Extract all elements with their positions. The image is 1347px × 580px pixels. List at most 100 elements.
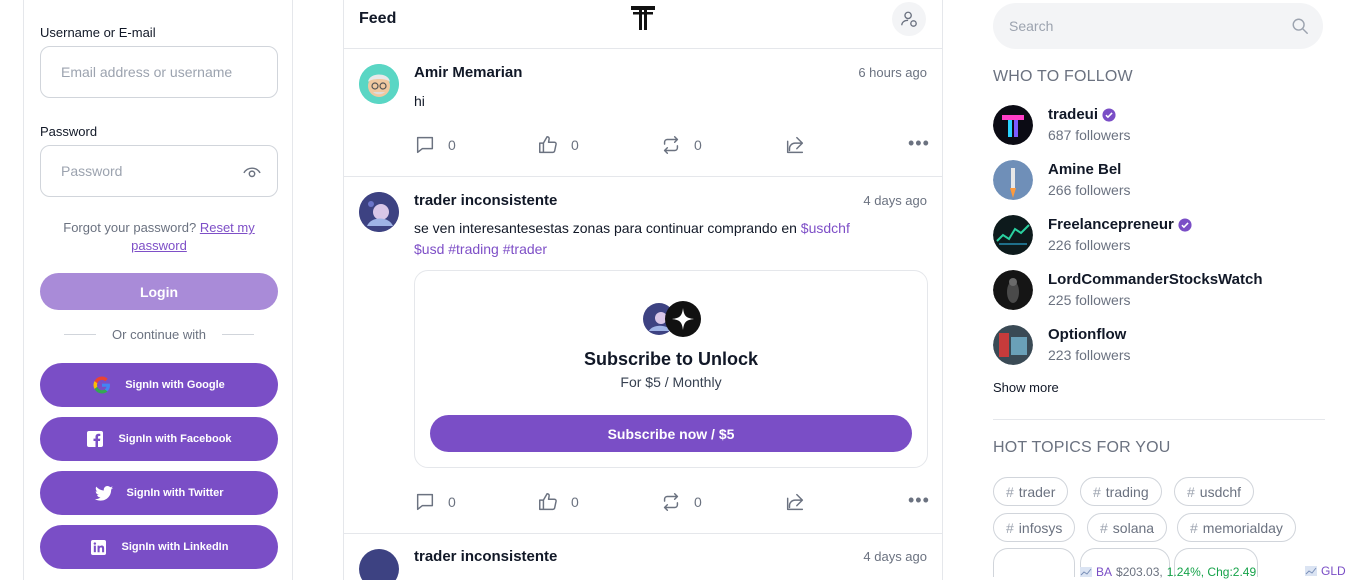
share-button[interactable] [784, 134, 806, 156]
feed-header: Feed [344, 0, 942, 49]
topic-chip[interactable]: # usdchf [1174, 477, 1255, 506]
hashtag-icon: # [1100, 519, 1108, 536]
more-options-icon[interactable]: ••• [908, 134, 929, 153]
subscription-price: For $5 / Monthly [620, 374, 722, 390]
topic-label: memorialday [1202, 519, 1283, 536]
hot-topics-title: HOT TOPICS FOR YOU [993, 439, 1171, 456]
google-icon [93, 376, 111, 394]
follow-name-text: Optionflow [1048, 326, 1127, 343]
avatar[interactable] [359, 64, 399, 104]
post-time: 4 days ago [863, 549, 927, 564]
stock-ticker[interactable]: BA $203.03, 1.24%, Chg:2.49 [1080, 564, 1256, 580]
hashtag-icon: # [1190, 519, 1198, 536]
follower-count: 266 followers [1048, 182, 1131, 198]
feed-title: Feed [359, 10, 397, 27]
post-author[interactable]: trader inconsistente [414, 548, 557, 565]
topic-chip[interactable]: # solana [1087, 513, 1168, 542]
password-input[interactable]: Password [40, 145, 278, 197]
post-actions: 0 0 0 ••• [414, 491, 929, 515]
post-author[interactable]: Amir Memarian [414, 64, 522, 81]
follow-suggestion[interactable]: Optionflow 223 followers [993, 325, 1323, 365]
follow-suggestion[interactable]: tradeui 687 followers [993, 105, 1323, 145]
follow-suggestion[interactable]: LordCommanderStocksWatch 225 followers [993, 270, 1323, 310]
follow-name-text: LordCommanderStocksWatch [1048, 271, 1263, 288]
topic-label: solana [1112, 519, 1155, 536]
repost-button[interactable]: 0 [660, 491, 702, 513]
comment-icon [416, 493, 434, 511]
comment-button[interactable]: 0 [414, 491, 456, 513]
ticker-symbol: GLD [1321, 564, 1346, 578]
login-button[interactable]: Login [40, 273, 278, 310]
post-tag[interactable]: $usd [414, 241, 444, 257]
stock-ticker-2[interactable]: GLD [1305, 564, 1346, 578]
topic-chip[interactable]: # trader [993, 477, 1069, 506]
divider [993, 419, 1325, 420]
hashtag-icon: # [1006, 483, 1014, 500]
avatar[interactable] [359, 549, 399, 580]
post-card: trader inconsistente 4 days ago se ven i… [344, 177, 942, 534]
topic-chip[interactable]: # infosys [993, 513, 1076, 542]
topic-chip[interactable]: # memorialday [1177, 513, 1296, 542]
signin-twitter-button[interactable]: SignIn with Twitter [40, 471, 278, 515]
follow-name: tradeui [1048, 106, 1116, 123]
divider-line [64, 334, 96, 335]
ticker-change: 1.24%, Chg:2.49 [1166, 565, 1257, 579]
post-tag[interactable]: #trader [503, 241, 547, 257]
post-tag[interactable]: #trading [448, 241, 499, 257]
like-button[interactable]: 0 [537, 491, 579, 513]
post-actions: 0 0 0 ••• [414, 134, 929, 158]
more-options-icon[interactable]: ••• [908, 491, 929, 510]
topic-label: infosys [1018, 519, 1063, 536]
repost-icon [663, 493, 679, 511]
eye-icon[interactable] [243, 164, 261, 180]
topic-chip[interactable]: # trading [1080, 477, 1162, 506]
signin-linkedin-label: SignIn with LinkedIn [121, 541, 229, 553]
post-tag[interactable]: $usdchf [801, 220, 850, 236]
username-input[interactable]: Email address or username [40, 46, 278, 98]
search-icon[interactable] [1291, 17, 1309, 35]
follow-name: Amine Bel [1048, 161, 1121, 178]
show-more-link[interactable]: Show more [993, 380, 1059, 395]
user-settings-button[interactable] [892, 2, 926, 36]
post-text-body: se ven interesantesestas zonas para cont… [414, 220, 797, 236]
avatar [993, 160, 1033, 200]
signin-google-button[interactable]: SignIn with Google [40, 363, 278, 407]
creator-avatar-and-star-icon [643, 301, 701, 337]
subscribe-button[interactable]: Subscribe now / $5 [430, 415, 912, 452]
topic-label: trading [1105, 483, 1149, 500]
post-time: 4 days ago [863, 193, 927, 208]
follow-suggestion[interactable]: Amine Bel 266 followers [993, 160, 1323, 200]
follow-name-text: Freelancepreneur [1048, 216, 1174, 233]
facebook-icon [86, 430, 104, 448]
forgot-text: Forgot your password? [63, 220, 197, 235]
signin-facebook-button[interactable]: SignIn with Facebook [40, 417, 278, 461]
repost-button[interactable]: 0 [660, 134, 702, 156]
comment-button[interactable]: 0 [414, 134, 456, 156]
chart-icon [1080, 567, 1092, 577]
post-card: Amir Memarian 6 hours ago hi 0 0 0 ••• [344, 49, 942, 177]
comment-icon [416, 136, 434, 154]
signin-linkedin-button[interactable]: SignIn with LinkedIn [40, 525, 278, 569]
share-icon [786, 493, 804, 511]
share-button[interactable] [784, 491, 806, 513]
brand-logo-icon[interactable] [629, 4, 657, 32]
who-to-follow-title: WHO TO FOLLOW [993, 68, 1133, 85]
topic-label: trader [1018, 483, 1056, 500]
avatar[interactable] [359, 192, 399, 232]
divider-line [222, 334, 254, 335]
signin-twitter-label: SignIn with Twitter [126, 487, 224, 499]
avatar [993, 325, 1033, 365]
post-author[interactable]: trader inconsistente [414, 192, 557, 209]
topic-chip[interactable] [993, 548, 1075, 577]
like-button[interactable]: 0 [537, 134, 579, 156]
ticker-symbol: BA [1096, 565, 1113, 579]
thumbs-up-icon [539, 493, 557, 511]
avatar [993, 270, 1033, 310]
follow-suggestion[interactable]: Freelancepreneur 226 followers [993, 215, 1323, 255]
follower-count: 225 followers [1048, 292, 1131, 308]
verified-badge-icon [1102, 107, 1116, 122]
search-input[interactable]: Search [993, 3, 1323, 49]
user-settings-icon [901, 11, 917, 27]
like-count: 0 [571, 494, 579, 510]
topic-label: usdchf [1199, 483, 1242, 500]
